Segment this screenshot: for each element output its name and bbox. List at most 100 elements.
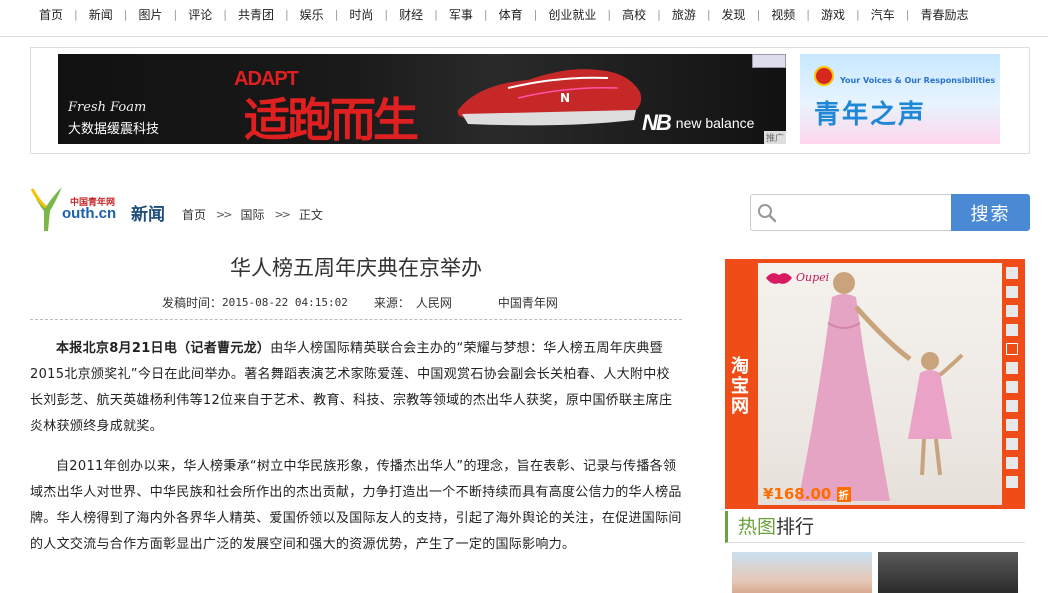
hot-title-green: 热图 [738, 516, 777, 538]
nav-link[interactable]: 共青团 [227, 6, 285, 23]
ad-fresh-foam: Fresh Foam [68, 100, 147, 115]
search-box [750, 194, 952, 231]
nav-item: 军事 | [438, 6, 488, 23]
carousel-dot[interactable] [1006, 267, 1018, 279]
breadcrumb-home[interactable]: 首页 [182, 206, 206, 223]
nav-link[interactable]: 视频 [760, 6, 806, 23]
article-meta: 发稿时间： 2015-08-22 04:15:02 来源： 人民网 中国青年网 [162, 294, 558, 311]
nav-link[interactable]: 财经 [388, 6, 434, 23]
nb-brand-name: new balance [675, 115, 755, 131]
search-input[interactable] [781, 201, 946, 225]
nav-link[interactable]: 游戏 [810, 6, 856, 23]
nav-item: 视频 | [760, 6, 810, 23]
site-name[interactable]: 中国青年网 [498, 294, 558, 311]
carousel-dot[interactable] [1006, 419, 1018, 431]
taobao-label: 淘宝网 [731, 356, 749, 417]
hot-title-rest: 排行 [776, 516, 815, 538]
nav-item: 高校 | [611, 6, 661, 23]
discount-tag: 折 [836, 487, 851, 502]
nav-item: 汽车 | [860, 6, 910, 23]
shoe-image: N [457, 69, 642, 126]
carousel-dot[interactable] [1006, 438, 1018, 450]
nav-link[interactable]: 发现 [711, 6, 757, 23]
product-price-value: ¥168.00 [763, 485, 832, 503]
publish-time-label: 发稿时间： [162, 296, 223, 310]
carousel-dot[interactable] [1006, 400, 1018, 412]
nav-link[interactable]: 娱乐 [289, 6, 335, 23]
nav-item: 创业就业 | [537, 6, 611, 23]
top-nav-list: 首页 | 新闻 | 图片 | 评论 | 共青团 | 娱乐 | 时尚 | 财经 | 军事 | 体育 | 创业就业 | 高校 | 旅… [0, 0, 1048, 28]
nav-item: 评论 | [177, 6, 227, 23]
carousel-dot[interactable] [1006, 457, 1018, 469]
hot-image-thumbnail[interactable] [732, 552, 872, 593]
article-body: 本报北京8月21日电（记者曹元龙）由华人榜国际精英联合会主办的“荣耀与梦想：华人… [30, 336, 682, 572]
models-image [798, 272, 964, 501]
logo-domain: outh.cn [62, 205, 117, 222]
nav-item: 共青团 | [227, 6, 289, 23]
carousel-dot[interactable] [1006, 476, 1018, 488]
carousel-dots [1006, 267, 1018, 495]
nav-link[interactable]: 新闻 [78, 6, 124, 23]
youth-voice-ad[interactable]: Your Voices & Our Responsibilities 青年之声 [800, 54, 1000, 144]
nav-item: 旅游 | [661, 6, 711, 23]
carousel-dot[interactable] [1006, 305, 1018, 317]
new-balance-ad[interactable]: Fresh Foam 大数据缓震科技 ADAPT 适跑而生 N NB new b… [58, 54, 786, 144]
carousel-dot[interactable] [1006, 381, 1018, 393]
source-label: 来源： [373, 296, 410, 310]
nav-item: 娱乐 | [289, 6, 339, 23]
ad-tech-line: 大数据缓震科技 [68, 122, 160, 137]
nav-link[interactable]: 时尚 [338, 6, 384, 23]
nav-item: 发现 | [711, 6, 761, 23]
league-emblem-icon [814, 66, 834, 86]
youth-voice-english: Your Voices & Our Responsibilities [840, 76, 996, 85]
meta-divider [30, 319, 682, 320]
carousel-dot[interactable] [1006, 286, 1018, 298]
ad-slogan: 适跑而生 [244, 93, 419, 144]
nav-link[interactable]: 高校 [611, 6, 657, 23]
publish-time: 2015-08-22 04:15:02 [222, 296, 348, 309]
banner-area: Fresh Foam 大数据缓震科技 ADAPT 适跑而生 N NB new b… [30, 47, 1030, 154]
logo-y-icon [30, 187, 62, 231]
nav-item: 图片 | [127, 6, 177, 23]
hot-images-header: 热图排行 [725, 511, 1025, 543]
nav-item: 体育 | [488, 6, 538, 23]
ad-tag: 推广 [763, 131, 786, 144]
section-title: 新闻 [131, 205, 165, 225]
nav-link[interactable]: 评论 [177, 6, 223, 23]
source-name[interactable]: 人民网 [416, 294, 452, 311]
nav-item: 新闻 | [78, 6, 128, 23]
ad-badge-icon [752, 54, 786, 68]
nav-item: 时尚 | [338, 6, 388, 23]
nav-link[interactable]: 创业就业 [537, 6, 607, 23]
article-title: 华人榜五周年庆典在京举办 [230, 256, 482, 280]
article-paragraph: 本报北京8月21日电（记者曹元龙）由华人榜国际精英联合会主办的“荣耀与梦想：华人… [30, 336, 682, 440]
svg-text:N: N [560, 91, 570, 105]
carousel-dot[interactable] [1006, 343, 1018, 355]
hot-image-thumbnail[interactable] [878, 552, 1018, 593]
breadcrumb: 首页 >> 国际 >> 正文 [182, 206, 323, 223]
nb-brand: NB new balance [642, 110, 754, 136]
youth-voice-title: 青年之声 [814, 100, 927, 130]
product-photo[interactable]: Oupei [758, 263, 1002, 505]
nav-item: 游戏 | [810, 6, 860, 23]
nav-item: 首页 | [28, 6, 78, 23]
carousel-dot[interactable] [1006, 324, 1018, 336]
search-icon [758, 204, 777, 223]
nb-logo-icon: NB [642, 110, 672, 135]
nav-link[interactable]: 首页 [28, 6, 74, 23]
nav-link[interactable]: 军事 [438, 6, 484, 23]
search-button[interactable]: 搜索 [951, 194, 1030, 231]
nav-item: 财经 | [388, 6, 438, 23]
carousel-dot[interactable] [1006, 362, 1018, 374]
breadcrumb-separator: >> [216, 208, 233, 221]
nav-link[interactable]: 图片 [127, 6, 173, 23]
nav-link[interactable]: 汽车 [860, 6, 906, 23]
nav-link[interactable]: 体育 [488, 6, 534, 23]
breadcrumb-section[interactable]: 国际 [240, 206, 264, 223]
taobao-ad[interactable]: 淘宝网 Oupei ¥168.00 折 [725, 259, 1025, 509]
nav-link[interactable]: 青春励志 [909, 6, 979, 23]
breadcrumb-separator: >> [274, 208, 291, 221]
nav-link[interactable]: 旅游 [661, 6, 707, 23]
breadcrumb-current: 正文 [298, 208, 323, 222]
site-logo[interactable]: 中国青年网 outh.cn [30, 183, 125, 235]
